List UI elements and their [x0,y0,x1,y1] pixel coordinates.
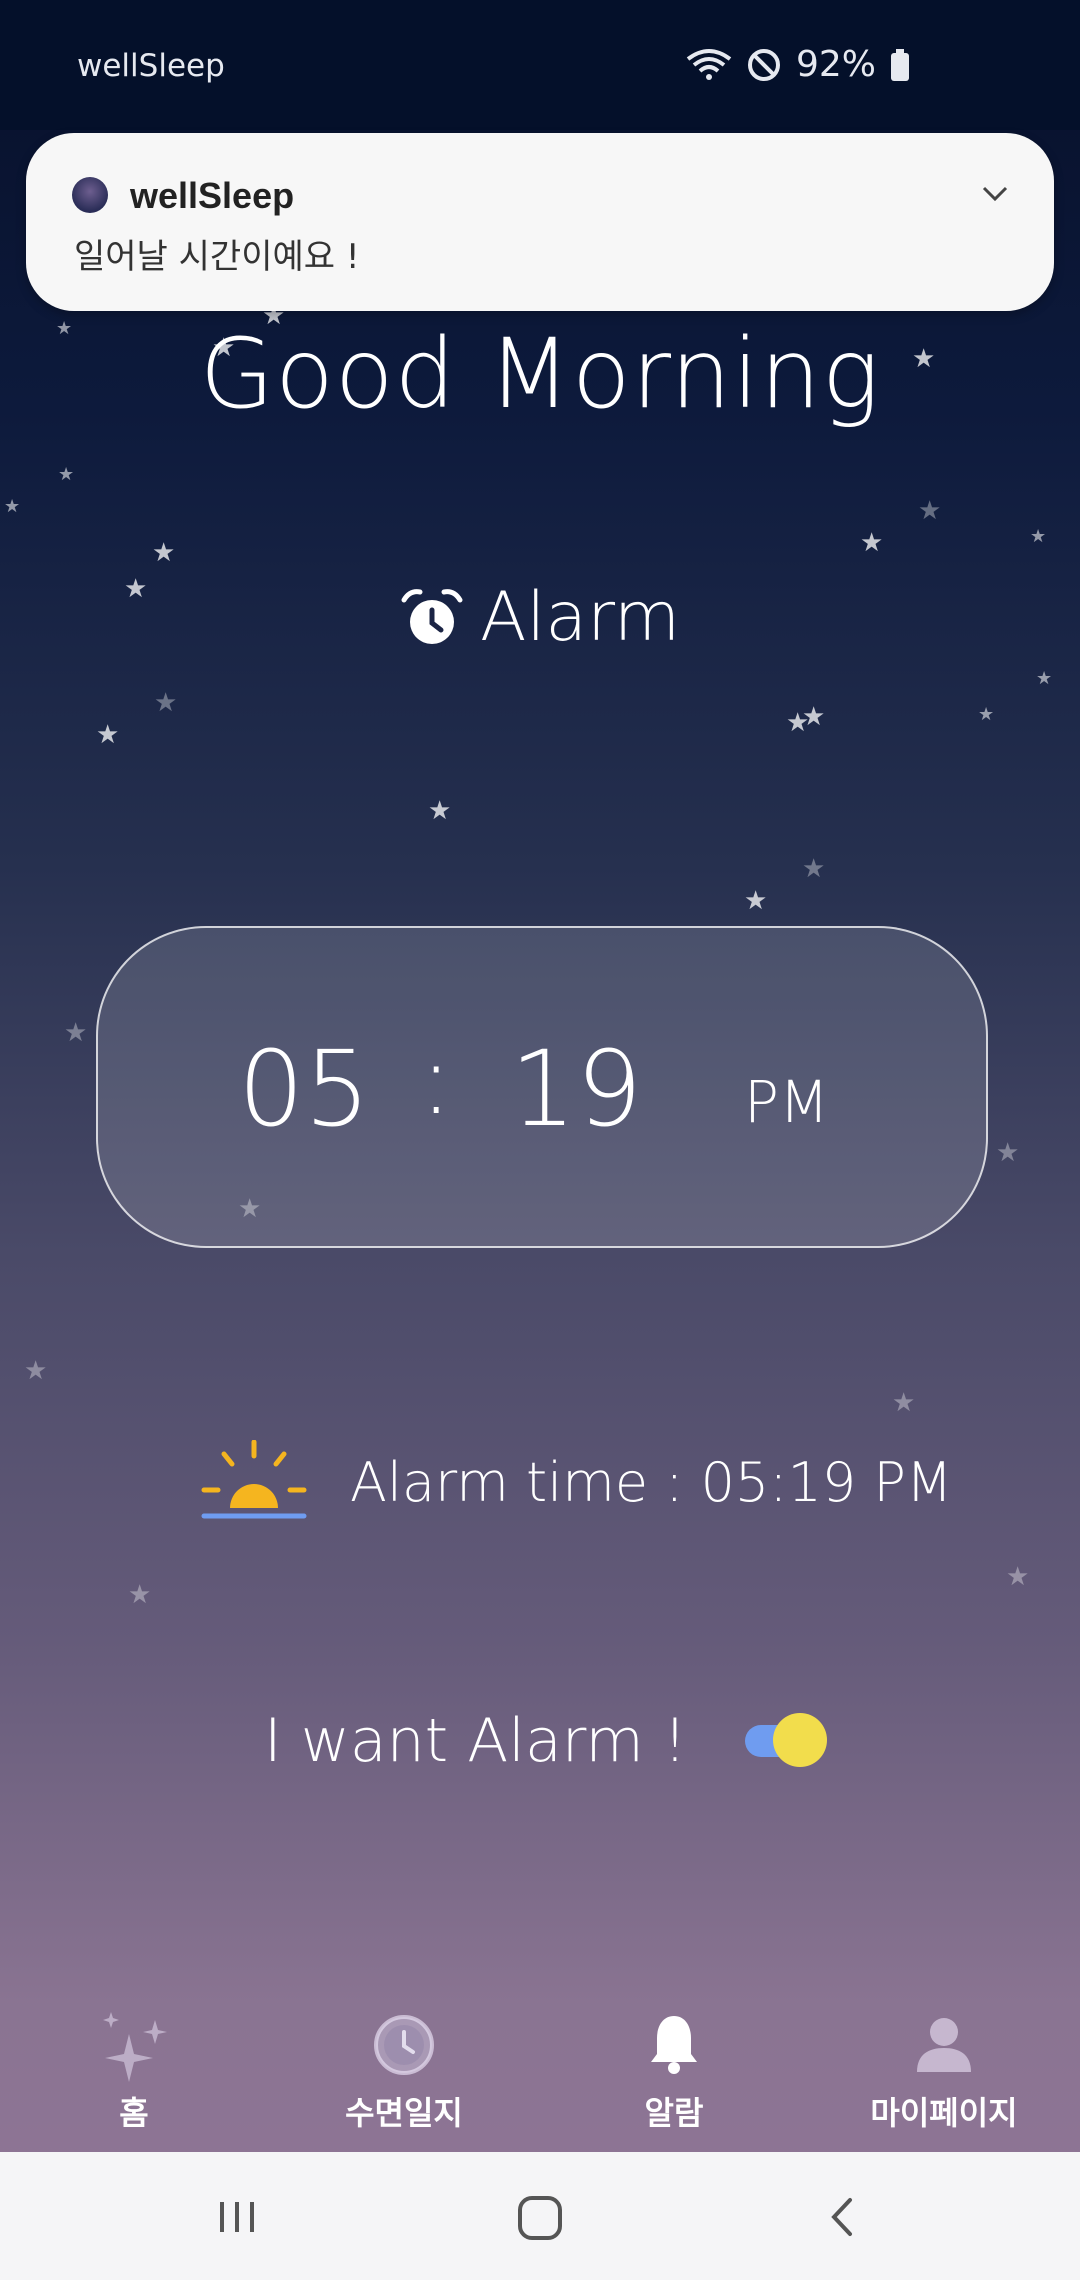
nav-item-alarm[interactable]: 알람 [564,1990,784,2134]
nav-label-mypage: 마이페이지 [870,2094,1018,2132]
toggle-knob [772,1713,827,1767]
alarm-heading-label: Alarm [480,578,681,657]
alarm-clock-icon [401,588,463,644]
star-icon: ★ [978,704,995,725]
time-hour[interactable]: 05 [238,1028,370,1150]
nav-label-home: 홈 [119,2094,149,2132]
time-display[interactable]: 05 : 19 PM [96,926,988,1248]
star-icon: ★ [128,1580,152,1610]
sparkle-icon [103,2012,167,2082]
star-icon: ★ [1006,1562,1030,1592]
star-icon: ★ [918,496,942,526]
nav-item-home[interactable]: 홈 [24,1990,244,2134]
recent-apps-icon[interactable] [212,2192,262,2242]
status-bar-app-name: wellSleep [77,48,225,84]
system-navigation-bar [0,2152,1080,2280]
alarm-toggle[interactable] [744,1713,827,1767]
person-icon [917,2018,971,2072]
status-bar: wellSleep 92% [0,0,1080,130]
status-bar-indicators: 92% [686,44,910,85]
time-separator: : [420,1024,453,1136]
nav-item-sleep-log[interactable]: 수면일지 [294,1990,514,2134]
star-icon: ★ [4,496,21,517]
battery-icon [891,48,909,81]
time-ampm[interactable]: PM [744,1068,829,1136]
star-icon: ★ [786,708,810,738]
do-not-disturb-icon [747,48,780,81]
alarm-time-row: Alarm time : 05:19 PM [200,1440,953,1524]
star-icon: ★ [428,796,452,826]
notification-message: 일어날 시간이예요 ! [74,237,360,277]
star-icon: ★ [802,702,826,732]
star-icon: ★ [744,886,768,916]
wifi-icon [686,48,732,80]
nav-label-sleep-log: 수면일지 [345,2094,463,2132]
battery-percent: 92% [795,44,876,85]
alarm-heading: Alarm [400,578,680,657]
greeting-title: Good Morning [199,318,881,430]
bell-icon [651,2016,697,2074]
want-alarm-row: I want Alarm ! [264,1706,827,1776]
star-icon: ★ [58,464,75,485]
star-icon: ★ [892,1388,916,1418]
star-icon: ★ [996,1138,1020,1168]
star-icon: ★ [24,1356,48,1386]
alarm-time-label: Alarm time : 05:19 PM [350,1450,953,1514]
want-alarm-label: I want Alarm ! [264,1706,687,1776]
star-icon: ★ [154,688,178,718]
star-icon: ★ [802,854,826,884]
bottom-navigation: 홈 수면일지 알람 마이페이지 [0,1990,1080,2150]
star-icon: ★ [64,1018,88,1048]
back-icon[interactable] [818,2192,868,2242]
nav-item-mypage[interactable]: 마이페이지 [834,1990,1054,2134]
star-icon: ★ [1030,526,1047,547]
sleep-log-clock-icon [374,2015,434,2075]
star-icon: ★ [152,538,176,568]
nav-label-alarm: 알람 [644,2094,704,2132]
alarm-notification[interactable]: wellSleep 일어날 시간이예요 ! [26,133,1054,311]
star-icon: ★ [1036,668,1053,689]
chevron-down-icon[interactable] [980,179,1010,209]
star-icon: ★ [860,528,884,558]
sunrise-icon [201,1440,307,1519]
star-icon: ★ [124,574,148,604]
star-icon: ★ [96,720,120,750]
notification-app-name: wellSleep [130,175,295,216]
home-icon[interactable] [514,2192,566,2244]
time-minute[interactable]: 19 [510,1028,642,1150]
app-logo-icon [72,177,108,213]
